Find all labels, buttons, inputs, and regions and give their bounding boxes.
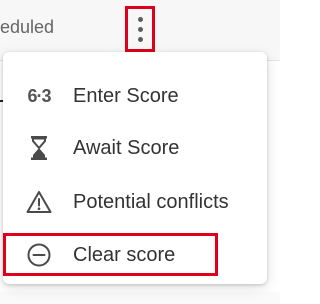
hourglass-icon: [24, 133, 54, 163]
enter-score-item[interactable]: 6·3 Enter Score: [3, 72, 267, 120]
more-vertical-icon: [137, 16, 143, 42]
actions-menu: 6·3 Enter Score Await Score Potential co…: [3, 52, 267, 284]
status-text: eduled: [0, 17, 55, 37]
await-score-item[interactable]: Await Score: [3, 124, 267, 172]
await-score-label: Await Score: [73, 136, 180, 159]
clear-score-item[interactable]: Clear score: [3, 231, 267, 279]
score-icon: 6·3: [27, 85, 51, 106]
minus-circle-icon: [24, 240, 54, 270]
enter-score-label: Enter Score: [73, 84, 179, 107]
clear-score-label: Clear score: [73, 243, 176, 266]
potential-conflicts-item[interactable]: Potential conflicts: [3, 178, 267, 226]
warning-icon: [24, 187, 54, 217]
background-row: [0, 292, 280, 304]
potential-conflicts-label: Potential conflicts: [73, 190, 229, 213]
more-options-button[interactable]: [125, 6, 155, 52]
